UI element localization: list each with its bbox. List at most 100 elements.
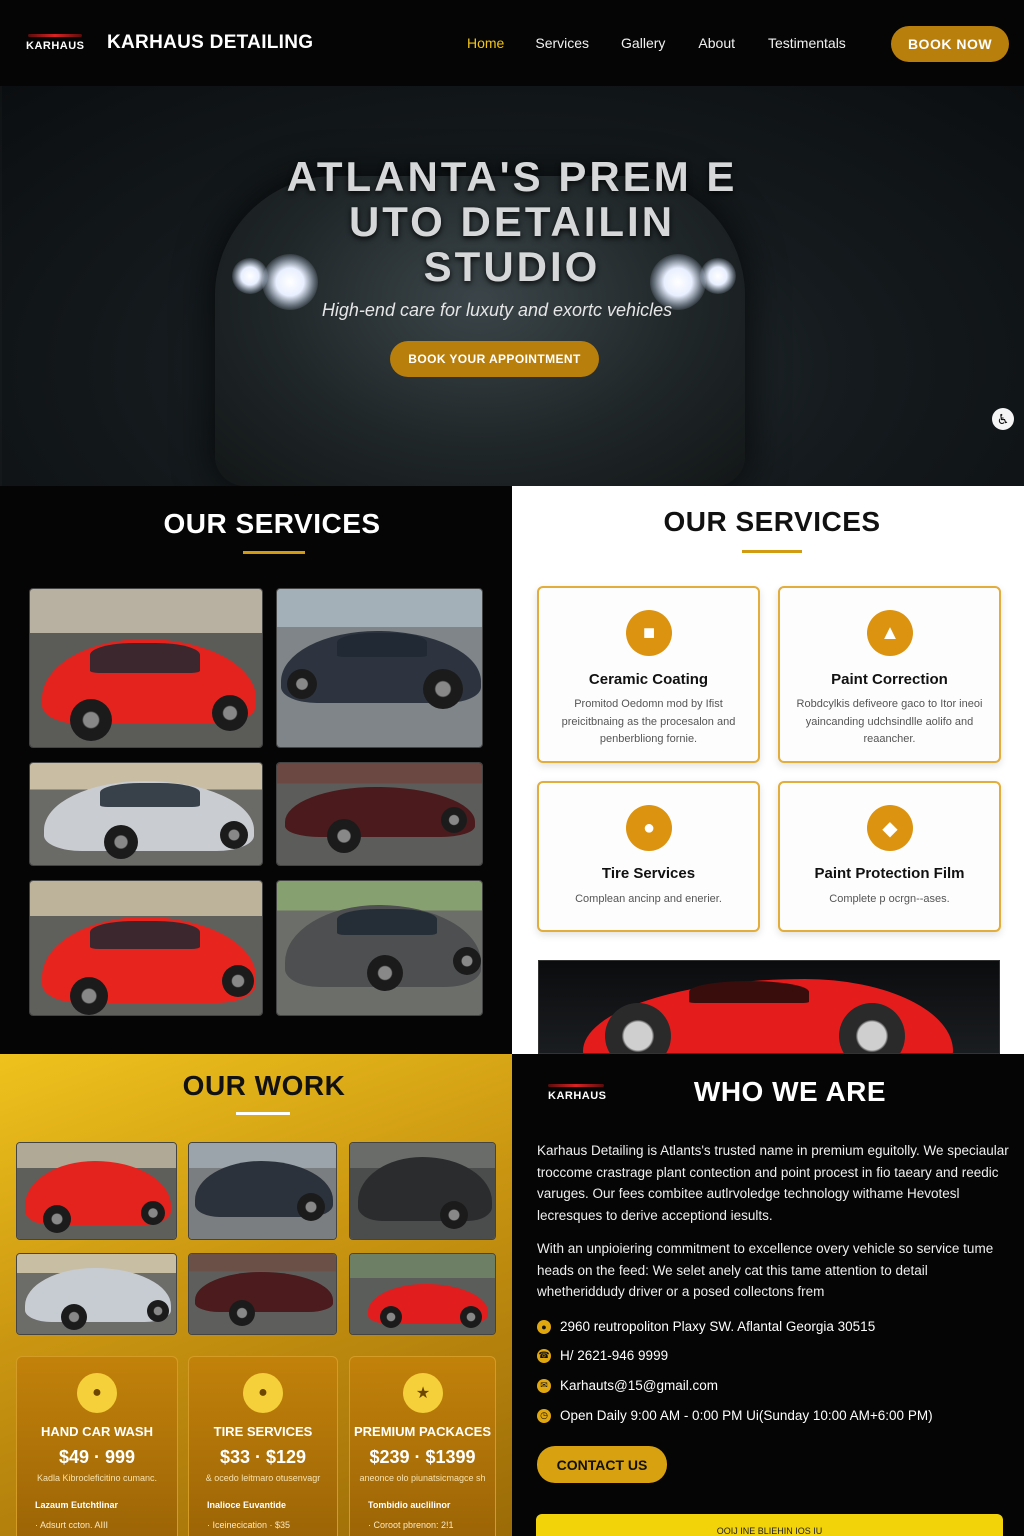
gallery-photo-red-hatchback-2[interactable] <box>29 880 263 1016</box>
about-paragraph-2: With an unpioiering commitment to excell… <box>537 1241 994 1299</box>
address-text: 2960 reutropoliton Plaxy SW. Aflantal Ge… <box>560 1319 876 1334</box>
title-underline <box>742 550 802 553</box>
package-card-hand-car-wash[interactable]: ● HAND CAR WASH $49 · 999 Kadla Kibrocle… <box>16 1356 178 1536</box>
work-photo-4[interactable] <box>16 1253 177 1335</box>
package-name: TIRE SERVICES <box>213 1424 313 1439</box>
work-photo-5[interactable] <box>188 1253 337 1335</box>
package-feature: Lazaum Eutchtlinar <box>35 1500 119 1510</box>
brand-logo[interactable]: KARHAUS <box>24 30 88 56</box>
hero-title-line3: STUDIO <box>423 243 601 290</box>
contact-address: ● 2960 reutropoliton Plaxy SW. Aflantal … <box>537 1319 875 1334</box>
contact-hours: ◷ Open Daily 9:00 AM - 0:00 PM Ui(Sunday… <box>537 1408 933 1423</box>
gallery-photo-silver-suv[interactable] <box>29 762 263 866</box>
red-sports-car-image <box>538 960 1000 1054</box>
package-card-premium-packages[interactable]: ★ PREMIUM PACKACES $239 · $1399 aneonce … <box>349 1356 496 1536</box>
work-photo-3[interactable] <box>349 1142 496 1240</box>
logo-text: KARHAUS <box>26 40 85 52</box>
package-card-tire-services[interactable]: ● TIRE SERVICES $33 · $129 & ocedo leitm… <box>188 1356 338 1536</box>
our-work-section: OUR WORK ● HAND CAR WASH $49 · 999 Kadla… <box>0 1054 512 1536</box>
services-title-left: OUR SERVICES <box>163 508 381 539</box>
film-icon: ◆ <box>867 805 913 851</box>
contact-phone[interactable]: ☎ H/ 2621-946 9999 <box>537 1348 668 1363</box>
package-name: PREMIUM PACKACES <box>354 1424 491 1439</box>
service-card-tire-services[interactable]: ● Tire Services Complean ancinp and ener… <box>537 781 760 932</box>
wash-icon: ● <box>77 1373 117 1413</box>
gallery-photo-matte-coupe[interactable] <box>276 588 483 748</box>
book-appointment-button[interactable]: BOOK YOUR APPOINTMENT <box>390 341 599 377</box>
package-price: $239 · $1399 <box>369 1447 476 1467</box>
nav-link-testimonials[interactable]: Testimentals <box>768 35 846 51</box>
location-pin-icon: ● <box>537 1319 551 1334</box>
work-photo-1[interactable] <box>16 1142 177 1240</box>
package-desc: aneonce olo piunatsicmagce sh <box>359 1473 486 1483</box>
package-price: $33 · $129 <box>219 1447 307 1467</box>
title-underline <box>236 1112 290 1115</box>
brand-name[interactable]: KARHAUS DETAILING <box>107 32 313 54</box>
star-icon: ★ <box>403 1373 443 1413</box>
spray-icon: ▲ <box>867 610 913 656</box>
hero-title: ATLANTA'S PREM E UTO DETAILIN STUDIO <box>212 154 812 289</box>
service-card-desc: Promitod Oedomn mod by Ifist preicitbnai… <box>561 698 736 745</box>
main-menu: Home Services Gallery About Testimentals <box>467 35 846 51</box>
logo-text: KARHAUS <box>548 1090 607 1102</box>
top-navbar: KARHAUS KARHAUS DETAILING Home Services … <box>0 0 1024 86</box>
service-card-desc: Robdcylkis defiveore gaco to Itor ineoi … <box>796 698 983 745</box>
service-card-title: Paint Protection Film <box>814 865 965 882</box>
hours-text: Open Daily 9:00 AM - 0:00 PM Ui(Sunday 1… <box>560 1408 933 1423</box>
services-gallery-section: OUR SERVICES <box>0 486 512 1054</box>
package-feature: · Iceinecication · $35 <box>207 1520 291 1530</box>
hero-section: ATLANTA'S PREM E UTO DETAILIN STUDIO Hig… <box>0 86 1024 486</box>
logo-stripe <box>548 1084 604 1087</box>
phone-text[interactable]: H/ 2621-946 9999 <box>560 1348 668 1363</box>
hero-title-line2: UTO DETAILIN <box>348 198 676 245</box>
service-card-paint-correction[interactable]: ▲ Paint Correction Robdcylkis defiveore … <box>778 586 1001 763</box>
shield-icon: ■ <box>626 610 672 656</box>
package-feature: Inalioce Euvantide <box>207 1500 287 1510</box>
gallery-photo-gray-muscle-car[interactable] <box>276 880 483 1016</box>
book-now-button[interactable]: BOOK NOW <box>891 26 1009 62</box>
package-feature: · Adsurt ccton. AIII <box>35 1520 109 1530</box>
footer-banner[interactable]: OOIJ INE BLIEHIN IOS IU <box>536 1514 1003 1536</box>
service-card-title: Ceramic Coating <box>588 671 709 688</box>
phone-icon: ☎ <box>537 1348 551 1363</box>
nav-link-services[interactable]: Services <box>535 35 589 51</box>
tire-icon: ● <box>243 1373 283 1413</box>
about-paragraph-1: Karhaus Detailing is Atlants's trusted n… <box>537 1143 1009 1223</box>
contact-us-button[interactable]: CONTACT US <box>537 1446 667 1483</box>
contact-email[interactable]: ✉ Karhauts@15@gmail.com <box>537 1378 718 1393</box>
email-text[interactable]: Karhauts@15@gmail.com <box>560 1378 718 1393</box>
services-cards-section: OUR SERVICES ■ Ceramic Coating Promitod … <box>512 486 1024 1054</box>
our-work-title: OUR WORK <box>182 1070 346 1101</box>
email-icon: ✉ <box>537 1378 551 1393</box>
gallery-photo-burgundy-convertible[interactable] <box>276 762 483 866</box>
logo-stripe <box>28 34 82 37</box>
who-logo: KARHAUS <box>546 1082 610 1106</box>
service-card-ceramic-coating[interactable]: ■ Ceramic Coating Promitod Oedomn mod by… <box>537 586 760 763</box>
work-photo-2[interactable] <box>188 1142 337 1240</box>
service-card-title: Tire Services <box>601 865 696 882</box>
service-card-paint-protection-film[interactable]: ◆ Paint Protection Film Complete p ocrgn… <box>778 781 1001 932</box>
work-photo-6[interactable] <box>349 1253 496 1335</box>
service-card-desc: Complete p ocrgn--ases. <box>829 893 950 905</box>
services-title-right: OUR SERVICES <box>663 506 881 537</box>
accessibility-icon[interactable]: ♿ <box>992 408 1014 430</box>
package-name: HAND CAR WASH <box>41 1424 153 1439</box>
hero-title-line1: ATLANTA'S PREM E <box>286 153 738 200</box>
package-desc: Kadla Kibrocleficitino cumanc. <box>36 1473 158 1483</box>
hero-subtitle: High-end care for luxuty and exortc vehi… <box>321 300 673 320</box>
package-feature: · Coroot pbrenon: 2!1 <box>368 1520 454 1530</box>
who-we-are-section: KARHAUS WHO WE ARE Karhaus Detailing is … <box>512 1054 1024 1536</box>
nav-link-home[interactable]: Home <box>467 35 504 51</box>
service-card-title: Paint Correction <box>831 671 948 688</box>
title-underline <box>243 551 305 554</box>
nav-link-gallery[interactable]: Gallery <box>621 35 665 51</box>
package-feature: Tombidio auclilinor <box>368 1500 451 1510</box>
who-we-are-title: WHO WE ARE <box>693 1076 887 1107</box>
clock-icon: ◷ <box>537 1408 551 1423</box>
car-icon: ● <box>626 805 672 851</box>
nav-link-about[interactable]: About <box>698 35 735 51</box>
package-price: $49 · 999 <box>58 1447 136 1467</box>
package-desc: & ocedo leitmaro otusenvagr <box>205 1473 321 1483</box>
service-card-desc: Complean ancinp and enerier. <box>575 893 722 905</box>
gallery-photo-red-hatchback[interactable] <box>29 588 263 748</box>
